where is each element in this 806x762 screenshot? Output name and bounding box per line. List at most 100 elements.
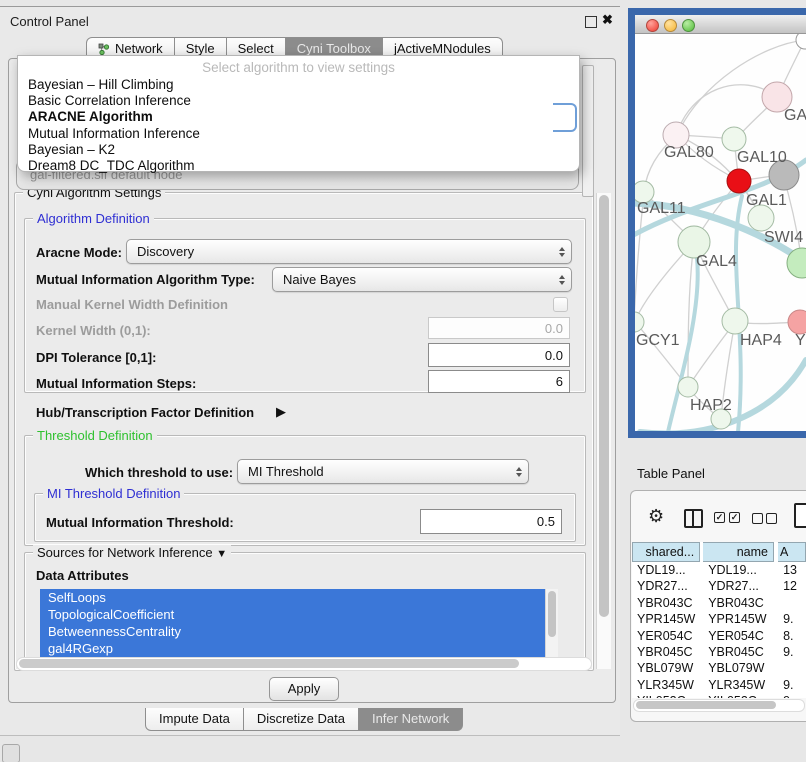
which-threshold-label: Which threshold to use: — [85, 465, 233, 480]
tab-network-label: Network — [115, 41, 163, 56]
mi-threshold-definition-title: MI Threshold Definition — [43, 486, 184, 501]
mi-algorithm-type-combobox[interactable]: Naive Bayes — [272, 267, 572, 292]
table-row[interactable]: YER054CYER054C8. — [632, 628, 806, 644]
table-row[interactable]: YPR145WYPR145W9. — [632, 611, 806, 627]
sources-title-text: Sources for Network Inference — [37, 545, 213, 560]
node-label: GAL1 — [746, 192, 787, 209]
tab-discretize-data[interactable]: Discretize Data — [244, 708, 359, 731]
menu-item-bayesian-hill-climbing[interactable]: Bayesian – Hill Climbing — [28, 77, 200, 93]
attributes-scrollbar[interactable] — [545, 589, 558, 661]
node-label: GAL80 — [664, 144, 714, 161]
threshold-definition-title: Threshold Definition — [33, 428, 157, 443]
close-traffic-light[interactable] — [646, 19, 659, 32]
settings-vertical-scrollbar[interactable] — [596, 193, 611, 669]
expand-arrow-icon[interactable]: ▶ — [276, 404, 286, 420]
menu-item-basic-correlation[interactable]: Basic Correlation Inference — [28, 93, 200, 109]
restore-window-icon[interactable] — [585, 16, 597, 28]
dpi-tolerance-label: DPI Tolerance [0,1]: — [36, 350, 156, 365]
node-gal10[interactable] — [722, 127, 746, 151]
list-item[interactable]: SelfLoops — [40, 589, 545, 606]
gear-icon[interactable]: ⚙ — [648, 506, 664, 527]
aracne-mode-value: Discovery — [137, 244, 194, 259]
tab-cyni-toolbox-label: Cyni Toolbox — [297, 41, 371, 56]
inference-panel-edge — [582, 65, 594, 197]
menu-item-dream8[interactable]: Dream8 DC_TDC Algorithm — [28, 158, 200, 174]
node-unlabeled[interactable] — [796, 34, 806, 49]
manual-kernel-width-label: Manual Kernel Width Definition — [36, 297, 228, 312]
columns-view-icon[interactable] — [684, 509, 703, 528]
list-item[interactable]: TopologicalCoefficient — [40, 606, 545, 623]
which-threshold-combobox[interactable]: MI Threshold — [237, 459, 529, 484]
apply-button[interactable]: Apply — [269, 677, 339, 701]
column-header[interactable]: shared... — [632, 542, 700, 562]
node-y[interactable] — [788, 310, 806, 334]
table-row[interactable]: YBR043CYBR043C — [632, 595, 806, 611]
checked-checkbox-icon[interactable]: ✓ — [714, 512, 725, 523]
node-label: GAL — [784, 107, 806, 124]
corner-partial-icon[interactable] — [2, 744, 20, 762]
tab-impute-data-label: Impute Data — [159, 711, 230, 726]
menu-item-aracne[interactable]: ARACNE Algorithm — [28, 109, 200, 125]
table-row[interactable]: YIL052CYIL052C9 — [632, 693, 806, 698]
stepper-icon — [559, 275, 565, 285]
node-table[interactable]: shared... name A YDL19...YDL19...13 YDR2… — [632, 542, 806, 698]
tab-discretize-data-label: Discretize Data — [257, 711, 345, 726]
screen: Control Panel ✖ Network Style Select — [0, 0, 806, 762]
manual-kernel-width-checkbox[interactable] — [553, 297, 568, 312]
menu-item-mutual-information[interactable]: Mutual Information Inference — [28, 126, 200, 142]
network-icon — [98, 43, 110, 55]
algorithm-combobox-focus-fragment[interactable] — [553, 103, 577, 132]
settings-horizontal-scrollbar[interactable] — [16, 657, 592, 671]
data-attributes-list[interactable]: SelfLoops TopologicalCoefficient Between… — [40, 589, 545, 661]
mi-threshold-field[interactable]: 0.5 — [420, 509, 562, 534]
table-panel-title: Table Panel — [637, 466, 705, 481]
zoom-traffic-light[interactable] — [682, 19, 695, 32]
dpi-tolerance-field[interactable]: 0.0 — [428, 343, 570, 367]
node-label: SWI4 — [764, 229, 803, 246]
column-header[interactable]: A — [778, 542, 806, 562]
kernel-width-label: Kernel Width (0,1): — [36, 323, 151, 338]
node-label: GAL4 — [696, 253, 737, 270]
table-row[interactable]: YLR345WYLR345W9. — [632, 677, 806, 693]
node-gal1[interactable] — [727, 169, 751, 193]
node-hap4[interactable] — [722, 308, 748, 334]
list-item[interactable]: gal4RGexp — [40, 640, 545, 657]
table-row[interactable]: YBL079WYBL079W — [632, 660, 806, 676]
node-hap2[interactable] — [678, 377, 698, 397]
unchecked-checkbox-icon[interactable] — [752, 513, 763, 524]
list-item[interactable]: BetweennessCentrality — [40, 623, 545, 640]
tab-infer-network[interactable]: Infer Network — [359, 708, 463, 731]
mi-steps-field[interactable]: 6 — [428, 370, 570, 393]
node-gcy1[interactable] — [635, 312, 644, 332]
close-window-icon[interactable]: ✖ — [602, 12, 613, 28]
mi-steps-label: Mutual Information Steps: — [36, 376, 196, 391]
node-label: HAP4 — [740, 332, 782, 349]
kernel-width-field[interactable]: 0.0 — [428, 317, 570, 339]
mi-algorithm-type-label: Mutual Information Algorithm Type: — [36, 272, 255, 287]
algorithm-select-popup: Select algorithm to view settings Bayesi… — [17, 55, 580, 172]
aracne-mode-combobox[interactable]: Discovery — [126, 239, 572, 264]
mi-threshold-label: Mutual Information Threshold: — [46, 515, 234, 530]
table-row[interactable]: YBR045CYBR045C9. — [632, 644, 806, 660]
minimize-traffic-light[interactable] — [664, 19, 677, 32]
tab-select-label: Select — [238, 41, 274, 56]
which-threshold-value: MI Threshold — [248, 464, 324, 479]
hub-definition-label[interactable]: Hub/Transcription Factor Definition — [36, 405, 254, 420]
tab-impute-data[interactable]: Impute Data — [145, 708, 244, 731]
sources-title[interactable]: Sources for Network Inference ▼ — [33, 545, 231, 560]
document-icon[interactable] — [794, 503, 806, 528]
network-canvas[interactable]: GAL GAL80 GAL10 GAL1 GAL11 SWI4 GAL4 GCY… — [635, 34, 806, 431]
table-row[interactable]: YDR27...YDR27...12 — [632, 578, 806, 594]
bottom-tab-bar: Impute Data Discretize Data Infer Networ… — [145, 708, 463, 730]
node-labels: GAL GAL80 GAL10 GAL1 GAL11 SWI4 GAL4 GCY… — [636, 107, 806, 414]
menu-item-bayesian-k2[interactable]: Bayesian – K2 — [28, 142, 200, 158]
network-window-titlebar[interactable] — [635, 15, 806, 34]
table-row[interactable]: YDL19...YDL19...13 — [632, 562, 806, 578]
control-panel-title: Control Panel — [10, 14, 89, 29]
tab-jactivemnodules-label: jActiveMNodules — [394, 41, 491, 56]
tab-infer-network-label: Infer Network — [372, 711, 449, 726]
table-horizontal-scrollbar[interactable] — [633, 699, 805, 712]
checked-checkbox-icon[interactable]: ✓ — [729, 512, 740, 523]
column-header[interactable]: name — [703, 542, 774, 562]
unchecked-checkbox-icon[interactable] — [766, 513, 777, 524]
